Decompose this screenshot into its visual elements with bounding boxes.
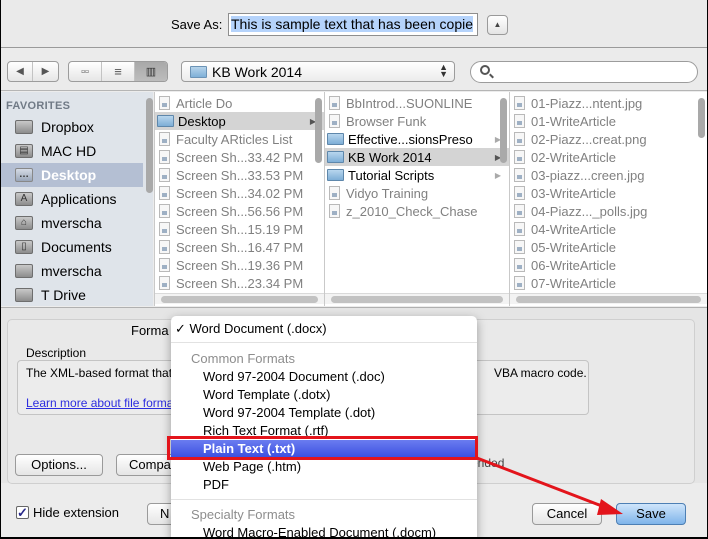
annotation-arrow [476,456,623,515]
save-dialog: Save As: This is sample text that has be… [1,0,707,537]
annotation-arrow-line [476,456,608,510]
annotation-arrowhead [597,499,623,515]
